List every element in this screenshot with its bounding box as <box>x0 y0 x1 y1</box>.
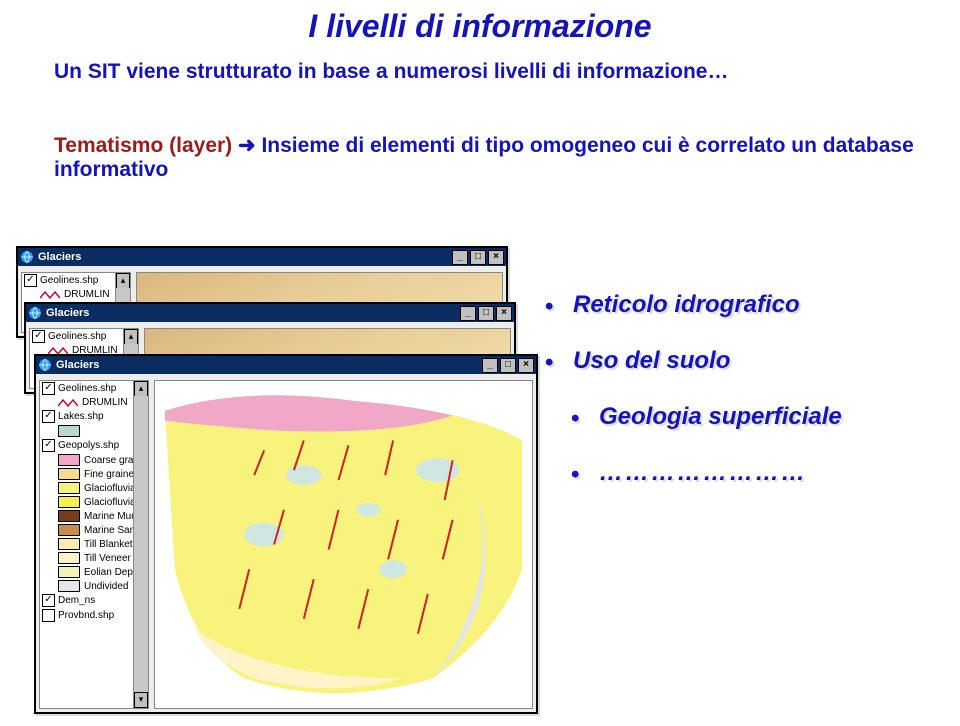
scroll-up[interactable]: ▴ <box>116 273 130 289</box>
titlebar[interactable]: Glaciers _ □ × <box>18 248 506 266</box>
scroll-down[interactable]: ▾ <box>134 692 148 708</box>
layer-row[interactable]: Provbnd.shp <box>40 608 148 623</box>
titlebar[interactable]: Glaciers _ □ × <box>36 356 536 374</box>
window-title: Glaciers <box>46 307 89 319</box>
layer-row[interactable]: ✓Geolines.shp <box>40 381 148 396</box>
globe-icon <box>38 358 52 372</box>
close-button[interactable]: × <box>518 358 534 373</box>
layer-label[interactable]: Geolines.shp <box>58 383 116 394</box>
globe-icon <box>20 250 34 264</box>
layer-row[interactable]: ✓Geopolys.shp <box>40 438 148 453</box>
swatch-icon <box>58 566 80 578</box>
minimize-button[interactable]: _ <box>482 358 498 373</box>
swatch-icon <box>58 468 80 480</box>
class-label: Till Blanket <box>84 539 133 550</box>
window-title: Glaciers <box>38 251 81 263</box>
minimize-button[interactable]: _ <box>460 306 476 321</box>
layer-label[interactable]: Lakes.shp <box>58 411 104 422</box>
gis-window: Glaciers _ □ × ✓Geolines.shpDRUMLIN✓Lake… <box>34 354 538 714</box>
titlebar[interactable]: Glaciers _ □ × <box>26 304 514 322</box>
bullet-item: •Geologia superficiale <box>571 403 945 431</box>
map-canvas[interactable] <box>154 380 533 709</box>
swatch-icon <box>58 454 80 466</box>
checkbox[interactable]: ✓ <box>42 594 55 607</box>
scroll-up[interactable]: ▴ <box>124 329 138 345</box>
layer-row[interactable]: ✓Dem_ns <box>40 593 148 608</box>
bullet-item: •Reticolo idrografico <box>545 291 945 319</box>
layer-label[interactable]: Geolines.shp <box>40 275 98 286</box>
class-label: Marine Mud <box>84 511 137 522</box>
swatch-icon <box>58 552 80 564</box>
layer-row[interactable]: ✓Lakes.shp <box>40 409 148 424</box>
definition-key: Tematismo (layer) <box>54 134 232 157</box>
bullet-list: •Reticolo idrografico •Uso del suolo •Ge… <box>545 265 945 515</box>
intro-text: Un SIT viene strutturato in base a numer… <box>54 60 920 84</box>
swatch-icon <box>58 524 80 536</box>
swatch-icon <box>58 482 80 494</box>
layer-label[interactable]: Dem_ns <box>58 595 95 606</box>
bullet-item: •Uso del suolo <box>545 347 945 375</box>
checkbox[interactable]: ✓ <box>24 274 37 287</box>
class-label: Till Veneer <box>84 553 131 564</box>
sublayer-label: DRUMLIN <box>64 289 110 300</box>
scroll-up[interactable]: ▴ <box>134 381 148 397</box>
close-button[interactable]: × <box>496 306 512 321</box>
class-label: Undivided <box>84 581 128 592</box>
globe-icon <box>28 306 42 320</box>
checkbox[interactable] <box>42 609 55 622</box>
arrow-icon: ➜ <box>238 134 256 157</box>
window-title: Glaciers <box>56 359 99 371</box>
page-title: I livelli di informazione <box>0 8 960 45</box>
swatch-icon <box>58 580 80 592</box>
layer-label[interactable]: Geolines.shp <box>48 331 106 342</box>
checkbox[interactable]: ✓ <box>42 410 55 423</box>
swatch-icon <box>58 496 80 508</box>
toc-panel: ✓Geolines.shpDRUMLIN✓Lakes.shp✓Geopolys.… <box>39 380 149 709</box>
definition-text: Tematismo (layer) ➜ Insieme di elementi … <box>54 133 920 182</box>
minimize-button[interactable]: _ <box>452 250 468 265</box>
maximize-button[interactable]: □ <box>470 250 486 265</box>
checkbox[interactable]: ✓ <box>42 382 55 395</box>
close-button[interactable]: × <box>488 250 504 265</box>
maximize-button[interactable]: □ <box>500 358 516 373</box>
bullet-item: •…………………… <box>571 459 945 487</box>
checkbox[interactable]: ✓ <box>42 439 55 452</box>
swatch-icon <box>58 510 80 522</box>
layer-label[interactable]: Geopolys.shp <box>58 440 119 451</box>
checkbox[interactable]: ✓ <box>32 330 45 343</box>
maximize-button[interactable]: □ <box>478 306 494 321</box>
layer-label[interactable]: Provbnd.shp <box>58 610 114 621</box>
swatch-icon <box>58 538 80 550</box>
